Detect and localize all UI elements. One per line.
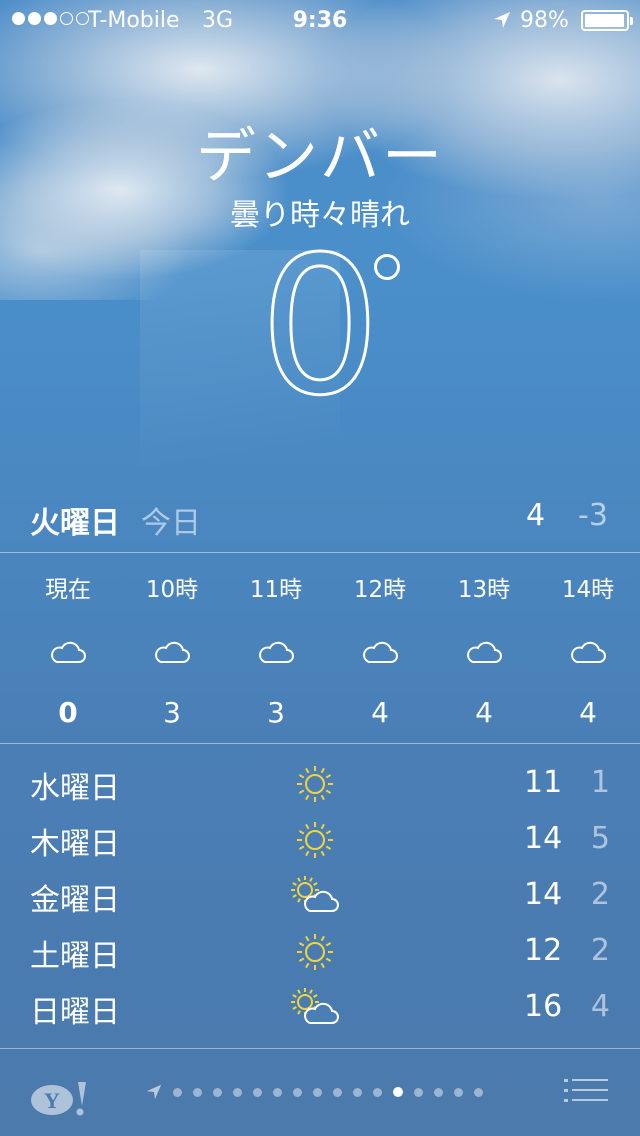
page-dot[interactable]: [313, 1087, 322, 1097]
cloud-icon: [363, 641, 398, 663]
page-dot[interactable]: [434, 1087, 443, 1097]
current-temperature: 0: [0, 216, 640, 437]
hourly-temp: 4: [371, 696, 389, 729]
hourly-item: 10時 3: [120, 560, 224, 729]
hourly-forecast[interactable]: 現在 0 10時 3 11時 3 12時 4 13時 4 14時 4: [0, 560, 640, 740]
daily-low: 1: [590, 765, 610, 800]
list-icon[interactable]: [562, 1076, 610, 1108]
location-services-icon: [494, 12, 510, 28]
divider-top: [0, 552, 640, 553]
hourly-time: 14時: [561, 577, 615, 603]
page-dot[interactable]: [213, 1087, 222, 1097]
hourly-item: 14時 4: [536, 560, 640, 729]
page-dot[interactable]: [173, 1087, 182, 1097]
page-dot[interactable]: [253, 1087, 262, 1097]
daily-weekday: 土曜日: [30, 939, 120, 974]
page-dot[interactable]: [474, 1087, 483, 1097]
hourly-item: 12時 4: [328, 560, 432, 729]
page-dot-active[interactable]: [393, 1087, 403, 1097]
status-bar: T-Mobile 3G 9:36 98%: [0, 0, 640, 40]
daily-high: 14: [524, 821, 563, 856]
cloud-icon: [155, 641, 190, 663]
hourly-item: 現在 0: [16, 560, 120, 729]
daily-high: 14: [524, 877, 563, 912]
battery-percent: 98%: [520, 8, 569, 33]
daily-row: 木曜日 14 5: [0, 811, 640, 867]
yahoo-logo-icon[interactable]: Y: [30, 1078, 90, 1118]
page-dot[interactable]: [454, 1087, 463, 1097]
today-weekday: 火曜日: [30, 506, 120, 541]
daily-high: 11: [524, 765, 563, 800]
divider-bottom: [0, 1048, 640, 1049]
cloud-icon: [467, 641, 502, 663]
daily-weekday: 水曜日: [30, 771, 120, 806]
hourly-time: 13時: [457, 577, 511, 603]
today-low: -3: [578, 498, 608, 533]
page-dot[interactable]: [193, 1087, 202, 1097]
sun-icon: [297, 822, 333, 858]
hourly-temp: 3: [267, 696, 285, 729]
daily-row: 土曜日 12 2: [0, 923, 640, 979]
city-name: デンバー: [196, 122, 444, 192]
daily-high: 16: [524, 989, 563, 1024]
sun-icon: [297, 934, 333, 970]
hourly-temp: 0: [58, 696, 78, 729]
daily-weekday: 金曜日: [30, 883, 120, 918]
hourly-temp: 4: [579, 696, 597, 729]
cloud-icon: [259, 641, 294, 663]
sun-icon: [297, 766, 333, 802]
page-dot[interactable]: [273, 1087, 282, 1097]
daily-weekday: 日曜日: [30, 995, 120, 1030]
today-label: 今日: [141, 506, 201, 541]
hourly-time: 11時: [249, 577, 303, 603]
divider-middle: [0, 743, 640, 744]
battery-icon: [581, 10, 633, 31]
daily-weekday: 木曜日: [30, 827, 120, 862]
cloud-icon: [571, 641, 606, 663]
daily-low: 2: [590, 933, 610, 968]
hourly-time: 現在: [45, 577, 91, 603]
daily-low: 2: [590, 877, 610, 912]
daily-row: 日曜日 16 4: [0, 979, 640, 1035]
hourly-temp: 4: [475, 696, 493, 729]
location-arrow-icon: [146, 1084, 162, 1100]
page-dot[interactable]: [373, 1087, 382, 1097]
page-dot[interactable]: [414, 1087, 423, 1097]
daily-low: 5: [590, 821, 610, 856]
daily-high: 12: [524, 933, 563, 968]
partly-cloudy-icon: [291, 876, 339, 912]
hourly-temp: 3: [163, 696, 181, 729]
svg-text:Y: Y: [44, 1088, 60, 1113]
daily-row: 金曜日 14 2: [0, 867, 640, 923]
today-high: 4: [526, 498, 546, 533]
daily-low: 4: [590, 989, 610, 1024]
hourly-time: 10時: [145, 577, 199, 603]
partly-cloudy-icon: [291, 988, 339, 1024]
hourly-item: 13時 4: [432, 560, 536, 729]
page-indicator[interactable]: [145, 1082, 494, 1102]
degree-symbol: [374, 254, 400, 280]
hourly-time: 12時: [353, 577, 407, 603]
page-dot[interactable]: [293, 1087, 302, 1097]
temperature-value: 0: [258, 216, 382, 437]
cloud-icon: [51, 641, 86, 663]
page-dot[interactable]: [353, 1087, 362, 1097]
hourly-item: 11時 3: [224, 560, 328, 729]
page-dot[interactable]: [333, 1087, 342, 1097]
today-summary: 火曜日 今日 4 -3: [0, 492, 640, 542]
bottom-toolbar: Y: [0, 1050, 640, 1136]
page-dot[interactable]: [233, 1087, 242, 1097]
daily-row: 水曜日 11 1: [0, 755, 640, 811]
